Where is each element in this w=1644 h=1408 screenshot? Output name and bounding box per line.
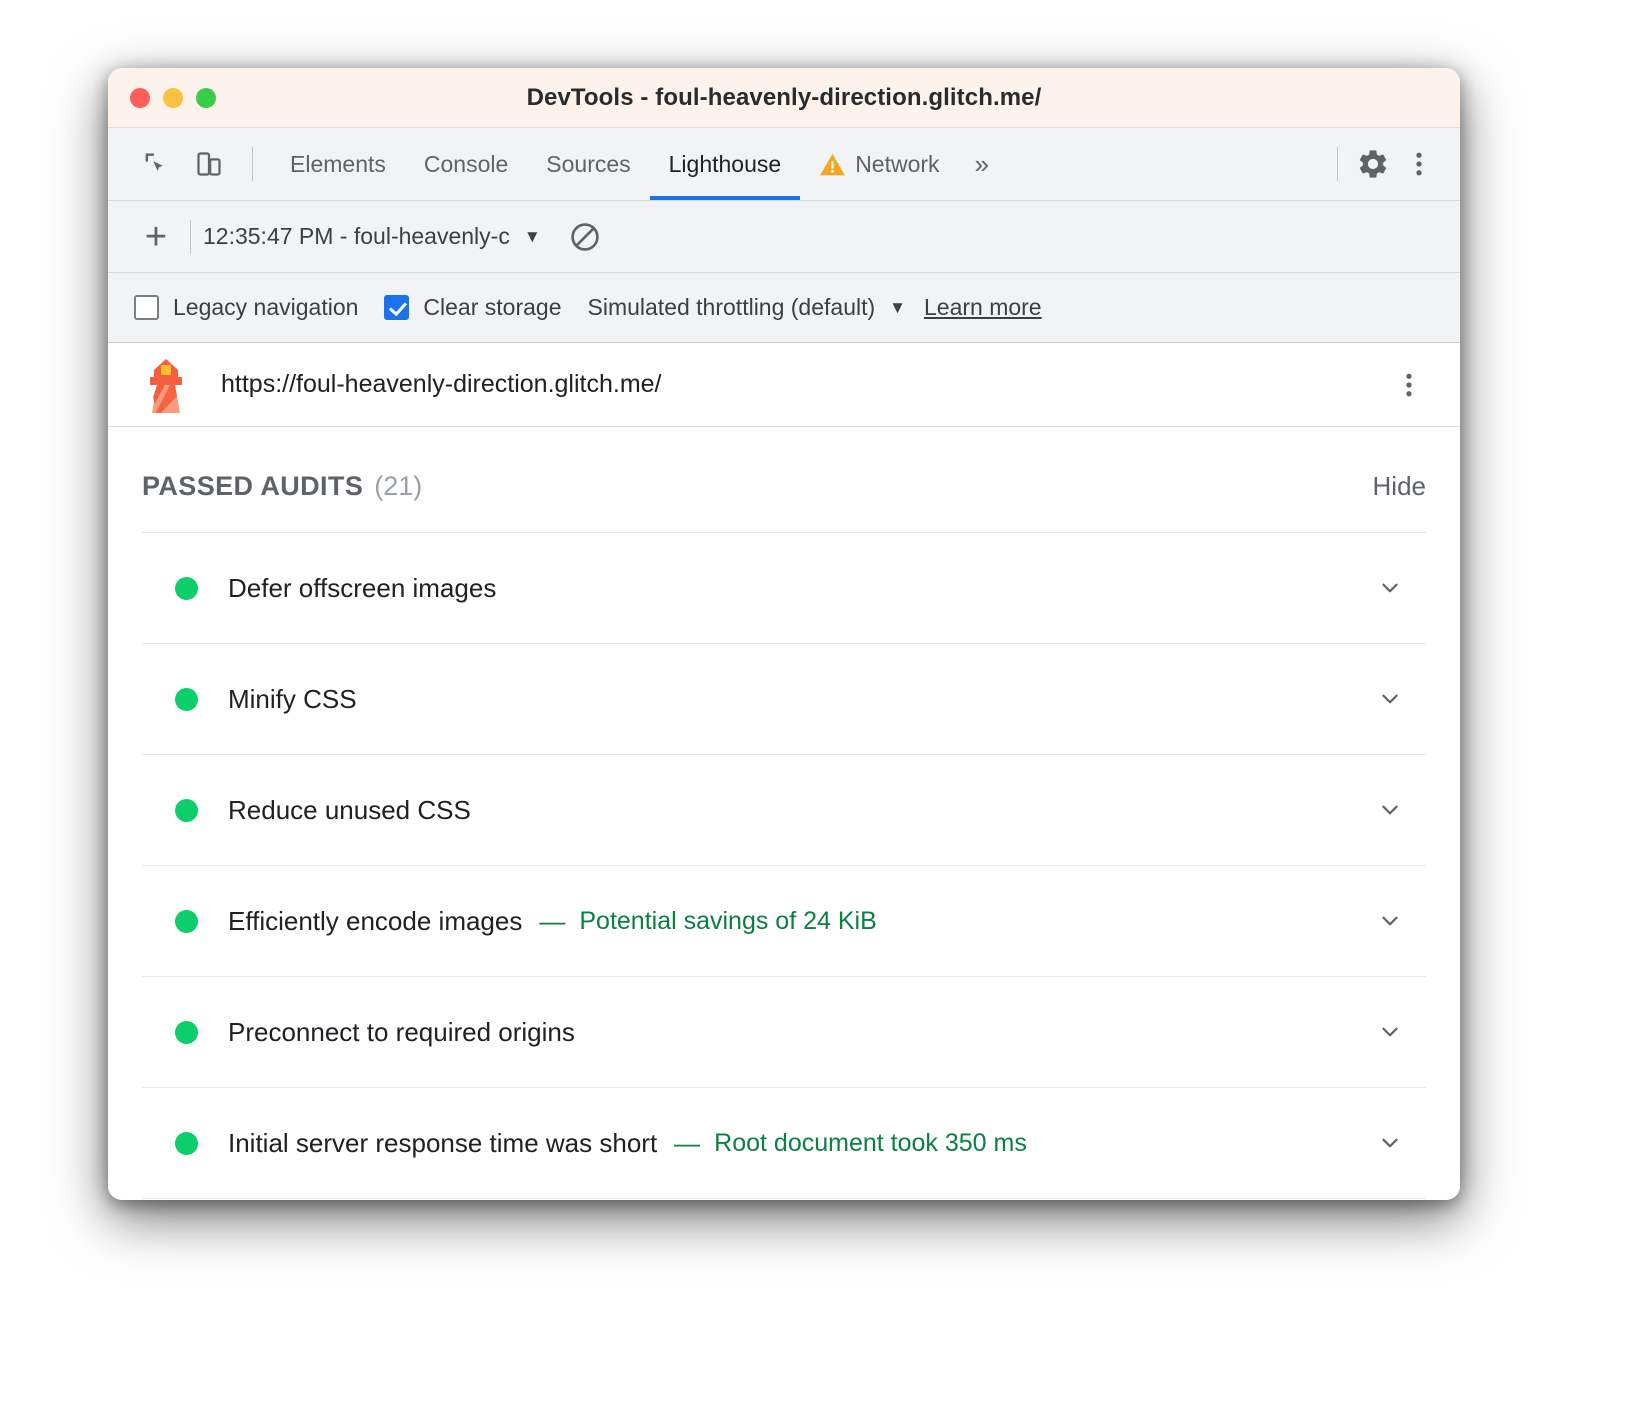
window-titlebar: DevTools - foul-heavenly-direction.glitc…	[108, 68, 1460, 128]
tab-network-label: Network	[855, 151, 939, 178]
passed-audits-count: (21)	[374, 471, 422, 502]
devtools-tabbar: Elements Console Sources Lighthouse	[108, 128, 1460, 201]
audit-title: Initial server response time was short	[228, 1128, 657, 1159]
passed-audits-title: PASSED AUDITS	[142, 471, 363, 502]
chevron-down-icon[interactable]	[1368, 899, 1412, 943]
tabbar-divider	[252, 147, 253, 181]
audit-title: Defer offscreen images	[228, 573, 496, 604]
lighthouse-icon	[140, 357, 192, 413]
chevron-down-icon[interactable]	[1368, 788, 1412, 832]
audit-title: Efficiently encode images	[228, 906, 522, 937]
passed-audits-header: PASSED AUDITS (21) Hide	[142, 427, 1426, 533]
main-menu-kebab-icon[interactable]	[1396, 141, 1442, 187]
lh-toolbar-divider	[190, 220, 191, 254]
audit-row[interactable]: Reduce unused CSS	[142, 755, 1426, 866]
clear-storage-setting[interactable]: Clear storage	[384, 294, 561, 321]
tabbar-right-divider	[1337, 147, 1338, 181]
report-kebab-menu-icon[interactable]	[1382, 362, 1436, 408]
audit-detail: Potential savings of 24 KiB	[579, 907, 876, 936]
tab-elements[interactable]: Elements	[271, 128, 405, 200]
pass-status-icon	[175, 1021, 198, 1044]
lighthouse-settings-strip: Legacy navigation Clear storage Simulate…	[108, 273, 1460, 343]
report-selector[interactable]: 12:35:47 PM - foul-heavenly-c ▼	[203, 223, 541, 250]
throttling-chevron-down-icon[interactable]: ▼	[889, 298, 906, 318]
lighthouse-report-body: PASSED AUDITS (21) Hide Defer offscreen …	[108, 427, 1460, 1200]
window-title: DevTools - foul-heavenly-direction.glitc…	[108, 84, 1460, 112]
more-tabs-button[interactable]: »	[959, 128, 1005, 200]
tab-elements-label: Elements	[290, 151, 386, 178]
audit-row[interactable]: Defer offscreen images	[142, 533, 1426, 644]
tabbar-right-controls	[1325, 128, 1460, 200]
clear-all-icon[interactable]	[569, 221, 601, 253]
audit-title: Preconnect to required origins	[228, 1017, 575, 1048]
pass-status-icon	[175, 688, 198, 711]
warning-triangle-icon	[819, 152, 846, 177]
new-report-button[interactable]: +	[134, 218, 178, 256]
audit-detail: Root document took 350 ms	[714, 1129, 1027, 1158]
minimize-window-button[interactable]	[163, 88, 183, 108]
audit-separator: —	[674, 1128, 700, 1159]
pass-status-icon	[175, 910, 198, 933]
pass-status-icon	[175, 577, 198, 600]
audit-row[interactable]: Minify CSS	[142, 644, 1426, 755]
legacy-navigation-setting[interactable]: Legacy navigation	[134, 294, 358, 321]
zoom-window-button[interactable]	[196, 88, 216, 108]
report-selector-value: 12:35:47 PM - foul-heavenly-c	[203, 223, 510, 250]
audit-title: Minify CSS	[228, 684, 357, 715]
throttling-label: Simulated throttling (default)	[588, 294, 876, 321]
tab-sources[interactable]: Sources	[527, 128, 649, 200]
learn-more-link[interactable]: Learn more	[924, 294, 1042, 321]
chevron-down-icon: ▼	[524, 227, 541, 247]
tab-console[interactable]: Console	[405, 128, 527, 200]
tab-network[interactable]: Network	[800, 128, 958, 200]
throttling-selector[interactable]: Simulated throttling (default)	[588, 294, 876, 321]
device-toolbar-icon[interactable]	[186, 141, 232, 187]
devtools-window: DevTools - foul-heavenly-direction.glitc…	[108, 68, 1460, 1200]
hide-passed-audits-button[interactable]: Hide	[1373, 471, 1426, 502]
tab-console-label: Console	[424, 151, 508, 178]
window-traffic-lights	[130, 88, 216, 108]
legacy-navigation-label: Legacy navigation	[173, 294, 358, 321]
tab-lighthouse-label: Lighthouse	[669, 151, 782, 178]
chevron-down-icon[interactable]	[1368, 566, 1412, 610]
audit-separator: —	[539, 906, 565, 937]
audit-row[interactable]: Initial server response time was short —…	[142, 1088, 1426, 1199]
audit-row[interactable]: Preconnect to required origins	[142, 977, 1426, 1088]
audit-row[interactable]: Efficiently encode images — Potential sa…	[142, 866, 1426, 977]
tab-lighthouse[interactable]: Lighthouse	[650, 128, 801, 200]
lighthouse-toolbar: + 12:35:47 PM - foul-heavenly-c ▼	[108, 201, 1460, 273]
passed-audits-list: Defer offscreen images Minify CSS Reduce…	[142, 533, 1426, 1199]
report-url-bar: https://foul-heavenly-direction.glitch.m…	[108, 343, 1460, 427]
chevron-down-icon[interactable]	[1368, 1010, 1412, 1054]
pass-status-icon	[175, 1132, 198, 1155]
clear-storage-label: Clear storage	[423, 294, 561, 321]
close-window-button[interactable]	[130, 88, 150, 108]
clear-storage-checkbox[interactable]	[384, 295, 409, 320]
pass-status-icon	[175, 799, 198, 822]
audit-title: Reduce unused CSS	[228, 795, 471, 826]
gear-icon[interactable]	[1350, 141, 1396, 187]
tabbar-left-controls	[108, 128, 265, 200]
chevron-down-icon[interactable]	[1368, 677, 1412, 721]
inspect-cursor-icon[interactable]	[132, 141, 178, 187]
chevron-down-icon[interactable]	[1368, 1121, 1412, 1165]
devtools-tab-list: Elements Console Sources Lighthouse	[271, 128, 1005, 200]
legacy-navigation-checkbox[interactable]	[134, 295, 159, 320]
tab-sources-label: Sources	[546, 151, 630, 178]
report-url-text: https://foul-heavenly-direction.glitch.m…	[221, 370, 662, 399]
